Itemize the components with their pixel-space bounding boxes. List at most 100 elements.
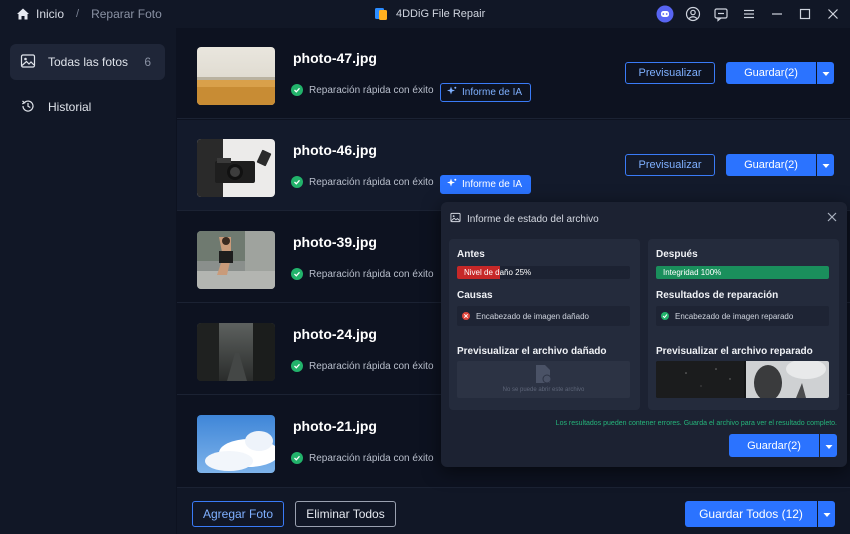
causes-heading: Causas	[457, 290, 493, 301]
file-status-report-popup: Informe de estado del archivo Antes Nive…	[441, 202, 847, 467]
table-row[interactable]: photo-46.jpg Reparación rápida con éxito…	[177, 120, 850, 211]
image-icon	[450, 212, 461, 226]
photo-count: 6	[144, 55, 151, 69]
close-icon[interactable]	[825, 210, 839, 224]
save-options-button[interactable]	[817, 154, 834, 176]
photo-thumbnail[interactable]	[197, 231, 275, 289]
photo-thumbnail[interactable]	[197, 415, 275, 473]
footer-bar: Agregar Foto Eliminar Todos Guardar Todo…	[177, 487, 850, 534]
repair-status: Reparación rápida con éxito	[291, 176, 434, 188]
result-item: Encabezado de imagen reparado	[656, 306, 829, 326]
repaired-preview-heading: Previsualizar el archivo reparado	[656, 346, 813, 357]
photo-thumbnail[interactable]	[197, 47, 275, 105]
cannot-open-message: No se puede abrir este archivo	[502, 387, 585, 393]
save-all-button[interactable]: Guardar Todos (12)	[685, 501, 817, 527]
popup-save-options-button[interactable]	[820, 434, 837, 457]
cause-text: Encabezado de imagen dañado	[476, 311, 589, 321]
success-check-icon	[291, 268, 303, 280]
repair-status-text: Reparación rápida con éxito	[309, 360, 434, 372]
integrity-bar: Integridad 100%	[656, 266, 829, 279]
table-row[interactable]: photo-47.jpg Reparación rápida con éxito…	[177, 28, 850, 119]
photo-thumbnail[interactable]	[197, 139, 275, 197]
save-button[interactable]: Guardar(2)	[726, 154, 816, 176]
ai-report-button[interactable]: Informe de IA	[440, 83, 532, 102]
repair-status-text: Reparación rápida con éxito	[309, 452, 434, 464]
sidebar: Todas las fotos 6 Historial	[0, 28, 176, 534]
delete-all-button[interactable]: Eliminar Todos	[295, 501, 396, 527]
repair-status: Reparación rápida con éxito	[291, 268, 434, 280]
caret-down-icon	[823, 507, 831, 521]
repair-status: Reparación rápida con éxito	[291, 452, 434, 464]
error-icon	[462, 312, 470, 320]
success-check-icon	[291, 452, 303, 464]
damage-level-label: Nivel de daño 25%	[464, 268, 532, 277]
close-icon[interactable]	[824, 5, 842, 23]
repaired-preview[interactable]	[656, 361, 829, 398]
popup-save-button[interactable]: Guardar(2)	[729, 434, 819, 457]
integrity-label: Integridad 100%	[663, 268, 722, 277]
save-button[interactable]: Guardar(2)	[726, 62, 816, 84]
after-panel: Después Integridad 100% Resultados de re…	[648, 239, 839, 410]
caret-down-icon	[825, 439, 833, 453]
file-name: photo-46.jpg	[293, 142, 377, 158]
ai-report-label: Informe de IA	[462, 87, 523, 98]
sidebar-item-label: Todas las fotos	[48, 55, 129, 69]
caret-down-icon	[822, 158, 830, 172]
damage-level-bar: Nivel de daño 25%	[457, 266, 630, 279]
breadcrumb-current: Reparar Foto	[91, 7, 162, 21]
menu-icon[interactable]	[740, 5, 758, 23]
image-icon	[20, 53, 36, 72]
file-name: photo-21.jpg	[293, 418, 377, 434]
file-name: photo-47.jpg	[293, 50, 377, 66]
account-icon[interactable]	[684, 5, 702, 23]
repair-status-text: Reparación rápida con éxito	[309, 176, 434, 188]
maximize-icon[interactable]	[796, 5, 814, 23]
save-options-button[interactable]	[817, 62, 834, 84]
photo-thumbnail[interactable]	[197, 323, 275, 381]
sidebar-item-history[interactable]: Historial	[10, 89, 165, 125]
sidebar-item-label: Historial	[48, 100, 92, 114]
popup-title: Informe de estado del archivo	[467, 213, 599, 225]
breadcrumb-separator: /	[76, 8, 80, 20]
app-logo-icon	[374, 7, 388, 21]
minimize-icon[interactable]	[768, 5, 786, 23]
repair-status: Reparación rápida con éxito	[291, 360, 434, 372]
sparkle-icon	[447, 178, 457, 191]
preview-button[interactable]: Previsualizar	[625, 62, 715, 84]
repair-status-text: Reparación rápida con éxito	[309, 268, 434, 280]
ai-report-button[interactable]: Informe de IA	[440, 175, 532, 194]
discord-icon[interactable]	[656, 5, 674, 23]
file-name: photo-39.jpg	[293, 234, 377, 250]
preview-button[interactable]: Previsualizar	[625, 154, 715, 176]
repair-status: Reparación rápida con éxito	[291, 84, 434, 96]
success-check-icon	[291, 360, 303, 372]
popup-note: Los resultados pueden contener errores. …	[555, 420, 837, 427]
before-panel: Antes Nivel de daño 25% Causas Encabezad…	[449, 239, 640, 410]
breadcrumb: Inicio / Reparar Foto	[16, 0, 162, 28]
repair-status-text: Reparación rápida con éxito	[309, 84, 434, 96]
history-icon	[20, 98, 36, 117]
home-icon[interactable]	[16, 7, 30, 21]
save-all-options-button[interactable]	[818, 501, 835, 527]
app-title-area: 4DDiG File Repair	[374, 0, 485, 28]
after-heading: Después	[656, 249, 698, 260]
sparkle-icon	[447, 86, 457, 99]
title-bar: Inicio / Reparar Foto 4DDiG File Repair	[0, 0, 850, 28]
success-check-icon	[661, 312, 669, 320]
sidebar-item-all-photos[interactable]: Todas las fotos 6	[10, 44, 165, 80]
add-photo-button[interactable]: Agregar Foto	[192, 501, 284, 527]
window-controls	[656, 0, 842, 28]
cause-item: Encabezado de imagen dañado	[457, 306, 630, 326]
ai-report-label: Informe de IA	[462, 179, 523, 190]
breadcrumb-home[interactable]: Inicio	[36, 7, 64, 21]
caret-down-icon	[822, 66, 830, 80]
app-title: 4DDiG File Repair	[396, 8, 486, 20]
broken-file-icon	[534, 364, 552, 387]
before-heading: Antes	[457, 249, 485, 260]
repair-results-heading: Resultados de reparación	[656, 290, 779, 301]
file-name: photo-24.jpg	[293, 326, 377, 342]
success-check-icon	[291, 176, 303, 188]
damaged-preview-heading: Previsualizar el archivo dañado	[457, 346, 607, 357]
feedback-icon[interactable]	[712, 5, 730, 23]
popup-header: Informe de estado del archivo	[450, 212, 599, 226]
